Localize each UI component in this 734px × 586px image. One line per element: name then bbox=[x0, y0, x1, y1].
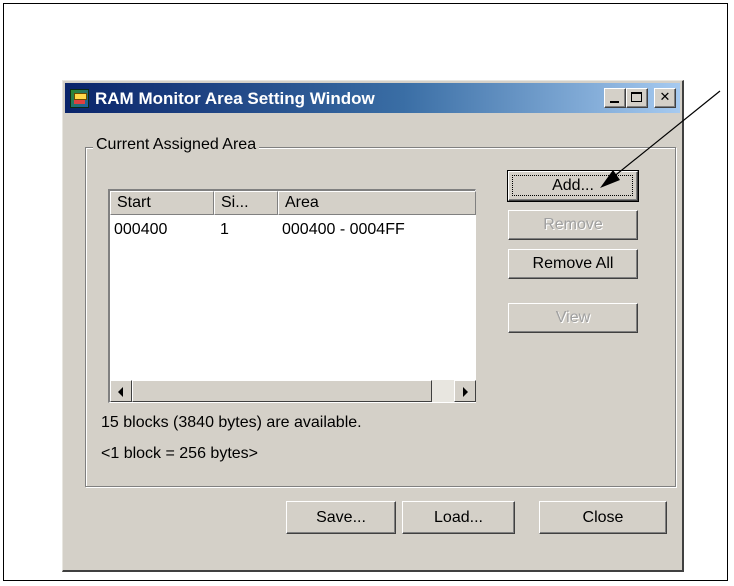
scroll-left-icon bbox=[118, 387, 123, 397]
add-button[interactable]: Add... bbox=[507, 170, 639, 202]
row-start: 000400 bbox=[114, 221, 168, 238]
maximize-button[interactable] bbox=[626, 88, 648, 108]
column-header-size[interactable]: Si... bbox=[214, 191, 278, 215]
row-size: 1 bbox=[220, 221, 229, 238]
scroll-right-button[interactable] bbox=[454, 380, 476, 402]
horizontal-scrollbar[interactable] bbox=[110, 380, 476, 402]
window-title: RAM Monitor Area Setting Window bbox=[95, 89, 375, 108]
scroll-right-icon bbox=[463, 387, 468, 397]
block-size-text: <1 block = 256 bytes> bbox=[101, 445, 258, 462]
column-header-start[interactable]: Start bbox=[110, 191, 214, 215]
title-bar[interactable]: RAM Monitor Area Setting Window ✕ bbox=[65, 83, 680, 113]
available-blocks-text: 15 blocks (3840 bytes) are available. bbox=[101, 414, 362, 431]
group-label: Current Assigned Area bbox=[93, 136, 260, 154]
app-icon bbox=[70, 89, 89, 108]
remove-button[interactable]: Remove bbox=[508, 210, 638, 240]
save-button[interactable]: Save... bbox=[286, 501, 396, 534]
load-button[interactable]: Load... bbox=[402, 501, 515, 534]
minimize-button[interactable] bbox=[604, 88, 626, 108]
minimize-icon bbox=[610, 101, 619, 103]
column-header-area[interactable]: Area bbox=[278, 191, 476, 215]
close-icon: ✕ bbox=[659, 90, 671, 105]
scroll-thumb[interactable] bbox=[132, 380, 432, 402]
close-window-button[interactable]: ✕ bbox=[654, 88, 676, 108]
scroll-left-button[interactable] bbox=[110, 380, 132, 402]
focus-indicator bbox=[512, 175, 633, 196]
row-area: 000400 - 0004FF bbox=[282, 221, 405, 238]
assigned-area-list[interactable]: Start Si... Area 000400 1 000400 - 0004F… bbox=[108, 189, 476, 403]
close-button[interactable]: Close bbox=[539, 501, 667, 534]
ram-monitor-area-setting-window: RAM Monitor Area Setting Window ✕ Curren… bbox=[62, 80, 684, 572]
view-button[interactable]: View bbox=[508, 303, 638, 333]
remove-all-button[interactable]: Remove All bbox=[508, 249, 638, 279]
maximize-icon bbox=[631, 92, 642, 102]
